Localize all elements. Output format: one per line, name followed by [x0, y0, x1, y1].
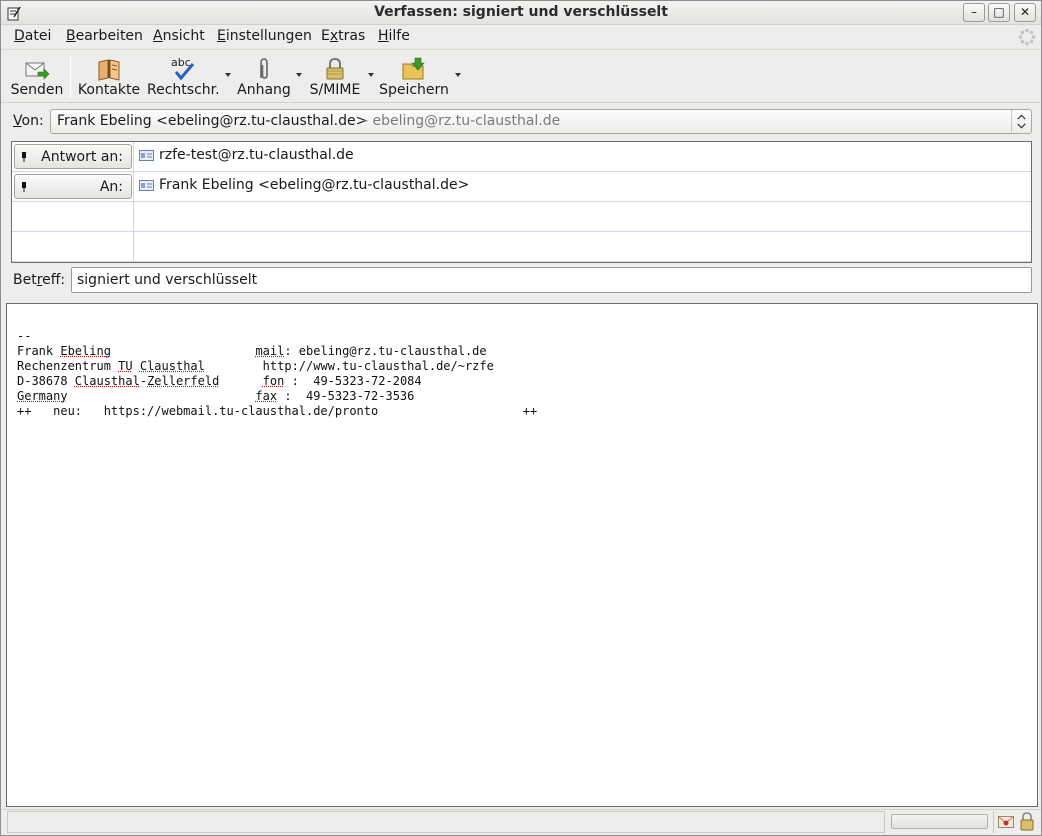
- menu-einstellungen-accel: E: [217, 28, 226, 44]
- paperclip-icon: [260, 58, 268, 79]
- menu-einstellungen-label: instellungen: [225, 28, 312, 44]
- activity-throbber-icon: [1018, 28, 1036, 46]
- from-account-select[interactable]: Frank Ebeling <ebeling@rz.tu-clausthal.d…: [50, 109, 1032, 134]
- contacts-button[interactable]: Kontakte: [77, 52, 141, 102]
- compose-toolbar: Senden Kontakte abc Rechtschr. Anhang S/…: [1, 49, 1041, 103]
- menu-bearbeiten-accel: B: [66, 28, 76, 44]
- from-label-text: on:: [21, 113, 44, 129]
- signature-block: -- Frank Ebeling mail: ebeling@rz.tu-cla…: [17, 329, 537, 419]
- address-type-to[interactable]: An:: [14, 174, 132, 199]
- signature-line: ++ neu: https://webmail.tu-clausthal.de/…: [17, 404, 538, 418]
- address-book-icon: [98, 59, 120, 81]
- spellcheck-icon-text: abc: [171, 56, 191, 69]
- minimize-button[interactable]: –: [963, 3, 985, 22]
- menu-extras-pre: E: [321, 28, 330, 44]
- menu-hilfe-accel: H: [378, 28, 389, 44]
- contact-card-icon: [139, 180, 154, 191]
- signed-message-icon[interactable]: [998, 815, 1014, 829]
- address-row: An: Frank Ebeling <ebeling@rz.tu-clausth…: [12, 172, 1031, 202]
- from-identity: Frank Ebeling <ebeling@rz.tu-clausthal.d…: [57, 113, 368, 129]
- menu-extras[interactable]: Extras: [321, 28, 365, 44]
- contact-card-icon: [139, 150, 154, 161]
- signature-line: D-38678 Clausthal-Zellerfeld fon : 49-53…: [17, 374, 422, 388]
- toolbar-separator: [70, 56, 71, 98]
- attach-button[interactable]: Anhang: [235, 52, 293, 102]
- compose-window: Verfassen: signiert und verschlüsselt – …: [0, 0, 1042, 836]
- address-type-reply-to[interactable]: Antwort an:: [14, 144, 132, 169]
- menu-datei-accel: D: [14, 28, 25, 44]
- subject-label-pre: Bet: [13, 272, 37, 288]
- smime-button[interactable]: S/MIME: [307, 52, 363, 102]
- menu-ansicht-accel: A: [153, 28, 163, 44]
- address-input[interactable]: Frank Ebeling <ebeling@rz.tu-clausthal.d…: [159, 177, 469, 193]
- smime-label: S/MIME: [309, 82, 361, 98]
- menu-hilfe-label: ilfe: [388, 28, 410, 44]
- smime-dropdown-icon[interactable]: [367, 72, 375, 78]
- send-label: Senden: [10, 82, 64, 98]
- progress-bar: [891, 814, 988, 829]
- attach-label: Anhang: [237, 82, 291, 98]
- menu-datei[interactable]: Datei: [14, 28, 51, 44]
- menu-hilfe[interactable]: Hilfe: [378, 28, 410, 44]
- spellcheck-label: Rechtschr.: [147, 82, 220, 98]
- address-row: Antwort an: rzfe-test@rz.tu-clausthal.de: [12, 142, 1031, 172]
- save-label: Speichern: [379, 82, 449, 98]
- address-row-empty[interactable]: [12, 202, 1031, 232]
- message-body-editor[interactable]: -- Frank Ebeling mail: ebeling@rz.tu-cla…: [6, 303, 1038, 807]
- signature-line: Frank Ebeling mail: ebeling@rz.tu-claust…: [17, 344, 487, 358]
- select-arrows-icon: [1011, 110, 1026, 133]
- menu-extras-label: tras: [338, 28, 366, 44]
- menu-datei-label: atei: [24, 28, 52, 44]
- send-icon: [25, 62, 50, 80]
- signature-line: Germany fax : 49-5323-72-3536: [17, 389, 415, 403]
- address-type-cell: [12, 232, 134, 261]
- menu-bar: Datei Bearbeiten Ansicht Einstellungen E…: [1, 26, 1041, 48]
- pin-marker-icon: [22, 182, 26, 192]
- subject-input[interactable]: signiert und verschlüsselt: [71, 267, 1032, 293]
- save-dropdown-icon[interactable]: [454, 72, 462, 78]
- title-bar: Verfassen: signiert und verschlüsselt – …: [1, 1, 1041, 25]
- pin-marker-icon: [22, 152, 26, 162]
- status-separator: [993, 811, 994, 833]
- menu-extras-accel: x: [329, 28, 339, 44]
- save-folder-icon: [402, 57, 425, 80]
- close-button[interactable]: ✕: [1014, 3, 1036, 22]
- spellcheck-button[interactable]: abc Rechtschr.: [147, 52, 220, 102]
- from-label-accel: V: [13, 113, 22, 129]
- menu-ansicht-label: nsicht: [162, 28, 205, 44]
- addressing-widget: Antwort an: rzfe-test@rz.tu-clausthal.de…: [11, 141, 1032, 263]
- menu-bearbeiten[interactable]: Bearbeiten: [66, 28, 143, 44]
- menu-ansicht[interactable]: Ansicht: [153, 28, 205, 44]
- save-button[interactable]: Speichern: [379, 52, 449, 102]
- subject-label-rest: eff:: [42, 272, 66, 288]
- spellcheck-dropdown-icon[interactable]: [224, 72, 232, 78]
- lock-icon: [326, 57, 344, 80]
- menu-einstellungen[interactable]: Einstellungen: [217, 28, 312, 44]
- maximize-button[interactable]: □: [988, 3, 1010, 22]
- spellcheck-icon: abc: [171, 56, 195, 81]
- send-button[interactable]: Senden: [7, 52, 67, 102]
- from-label: Von:: [13, 113, 44, 129]
- from-account: - ebeling@rz.tu-clausthal.de: [363, 113, 561, 129]
- address-type-label: Antwort an:: [41, 149, 123, 165]
- status-bar: [1, 809, 1041, 835]
- address-row-empty[interactable]: [12, 232, 1031, 262]
- signature-line: Rechenzentrum TU Clausthal http://www.tu…: [17, 359, 494, 373]
- signature-separator: --: [17, 329, 32, 343]
- encrypted-lock-icon[interactable]: [1019, 812, 1035, 831]
- status-text-panel: [7, 811, 885, 833]
- subject-label: Betreff:: [13, 272, 65, 288]
- address-type-label: An:: [99, 179, 123, 195]
- address-type-cell: [12, 202, 134, 231]
- window-title: Verfassen: signiert und verschlüsselt: [374, 4, 668, 20]
- attach-dropdown-icon[interactable]: [295, 72, 303, 78]
- menu-bearbeiten-label: earbeiten: [75, 28, 143, 44]
- subject-value: signiert und verschlüsselt: [77, 272, 258, 288]
- address-input[interactable]: rzfe-test@rz.tu-clausthal.de: [159, 147, 354, 163]
- contacts-label: Kontakte: [77, 82, 141, 98]
